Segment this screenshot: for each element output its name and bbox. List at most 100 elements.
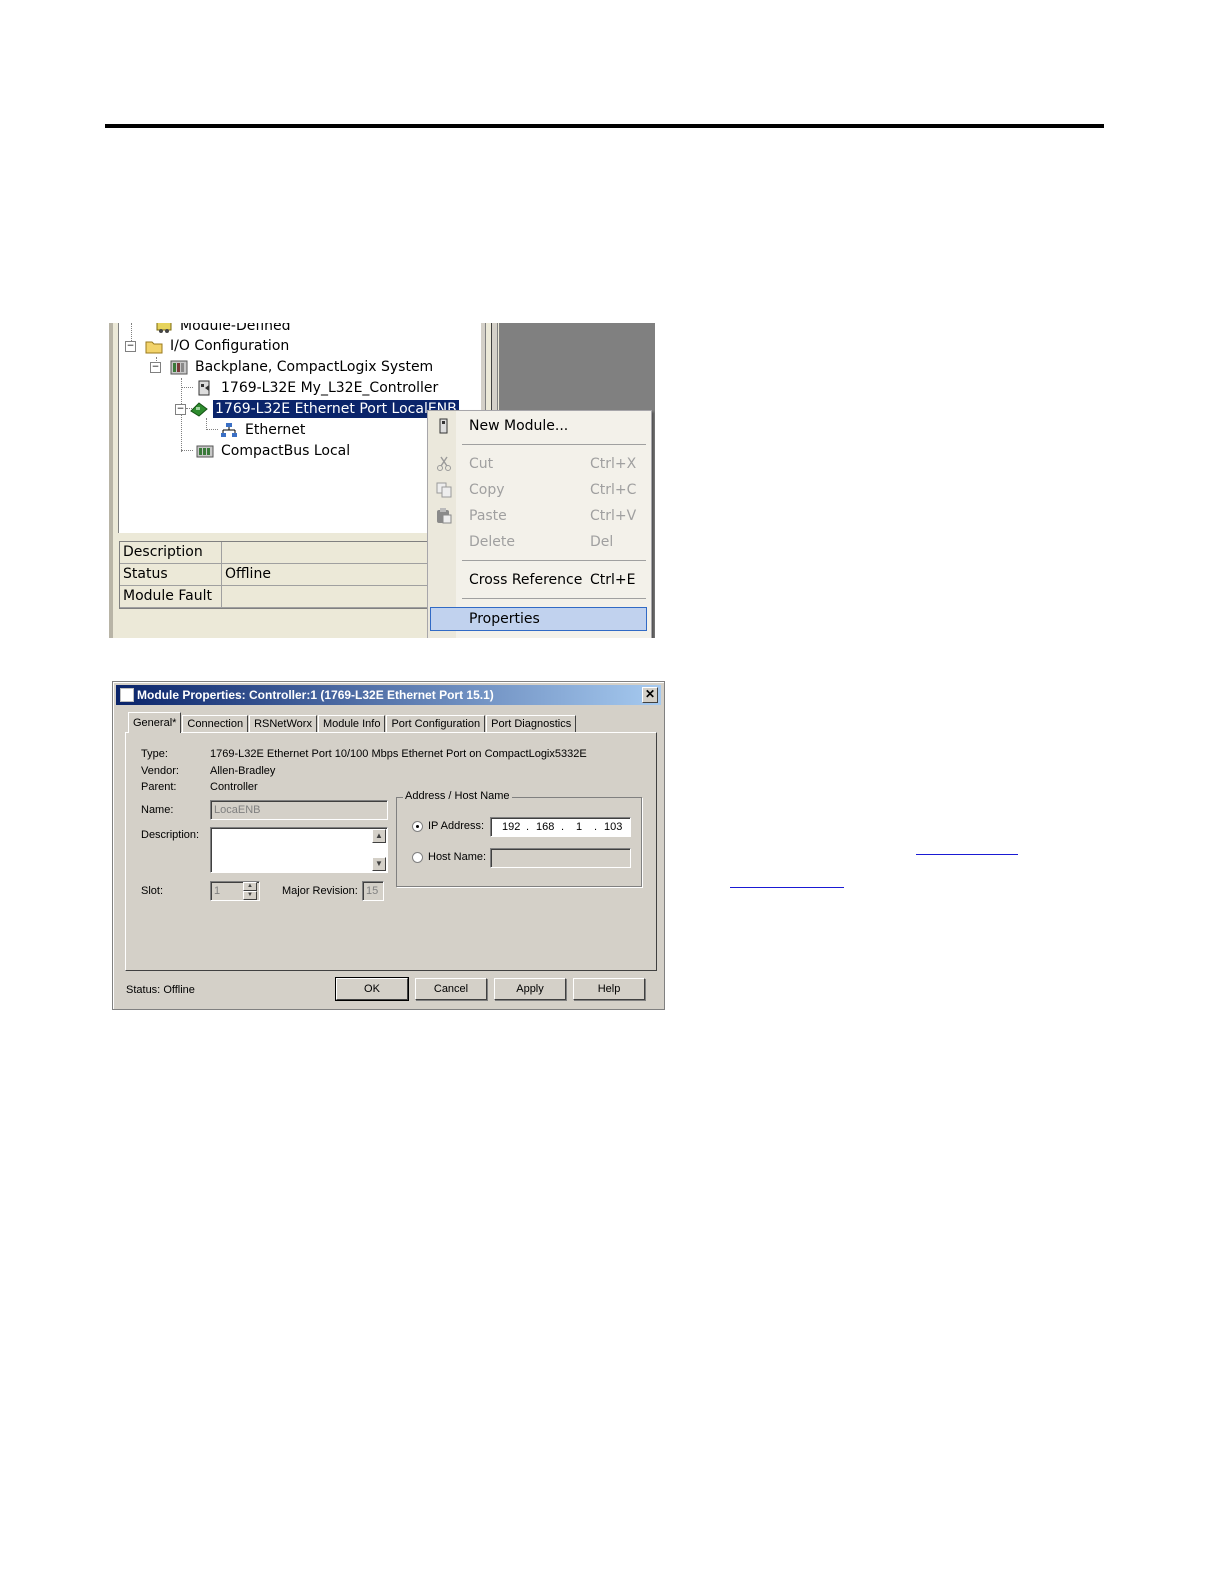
ip-address-radio[interactable] [412, 821, 423, 832]
scissors-icon [436, 456, 452, 472]
spin-up-icon[interactable]: ▲ [243, 882, 257, 891]
folder-icon [145, 338, 163, 354]
tab-rsnetworx[interactable]: RSNetWorx [249, 715, 317, 733]
menu-item-delete[interactable]: Delete Del [430, 530, 647, 554]
window-icon [120, 688, 134, 702]
ip-address-label: IP Address: [428, 820, 485, 832]
host-name-field[interactable] [490, 848, 631, 868]
name-label: Name: [141, 804, 174, 816]
collapse-icon[interactable]: − [175, 404, 186, 415]
tree-item-ethernet-port[interactable]: − 1769-L32E Ethernet Port LocalENB [175, 399, 460, 419]
hyperlink-underline[interactable] [916, 854, 1018, 855]
menu-item-label: New Module... [469, 418, 569, 434]
menu-item-label: Paste [469, 508, 507, 524]
menu-separator [462, 444, 646, 445]
host-name-label: Host Name: [428, 851, 487, 863]
module-properties-dialog: Module Properties: Controller:1 (1769-L3… [112, 681, 665, 1010]
ip-dot: . [561, 821, 565, 833]
new-module-icon [436, 418, 452, 434]
parent-label: Parent: [141, 781, 177, 793]
ip-octet[interactable]: 1 [576, 821, 582, 833]
copy-icon [436, 482, 452, 498]
status-label: Status: [126, 984, 161, 996]
menu-item-cut[interactable]: Cut Ctrl+X [430, 452, 647, 476]
ip-address-field[interactable]: 192 . 168 . 1 . 103 [490, 817, 631, 837]
ip-dot: . [526, 821, 530, 833]
tree-item-compactbus[interactable]: CompactBus Local [196, 441, 352, 461]
address-host-name-group: Address / Host Name IP Address: 192 . 16… [396, 790, 642, 887]
close-icon[interactable]: ✕ [642, 687, 658, 703]
menu-item-properties[interactable]: Properties [430, 607, 647, 631]
dialog-title: Module Properties: Controller:1 (1769-L3… [137, 688, 494, 702]
compactbus-icon [196, 443, 214, 459]
tab-connection[interactable]: Connection [182, 715, 249, 733]
host-name-radio[interactable] [412, 852, 423, 863]
ip-octet[interactable]: 103 [604, 821, 622, 833]
tree-item-label: I/O Configuration [170, 338, 290, 354]
tree-item-backplane[interactable]: − Backplane, CompactLogix System [150, 357, 435, 377]
menu-item-label: Cut [469, 456, 494, 472]
tab-port-configuration[interactable]: Port Configuration [386, 715, 486, 733]
grid-row: Module Fault [120, 586, 450, 608]
menu-item-shortcut: Del [590, 534, 614, 550]
grid-value: Offline [225, 566, 271, 582]
help-button[interactable]: Help [573, 978, 645, 1000]
menu-item-label: Cross Reference [469, 572, 583, 588]
tab-module-info[interactable]: Module Info [317, 715, 386, 733]
page-header-rule [105, 124, 1104, 128]
major-revision-field[interactable]: 15 [362, 881, 384, 901]
general-tab-panel: Type: 1769-L32E Ethernet Port 10/100 Mbp… [125, 732, 657, 971]
grid-key: Description [123, 544, 203, 560]
module-defined-icon [155, 323, 173, 334]
menu-item-cross-reference[interactable]: Cross Reference Ctrl+E [430, 568, 647, 592]
menu-item-copy[interactable]: Copy Ctrl+C [430, 478, 647, 502]
hyperlink-underline[interactable] [730, 887, 844, 888]
description-field[interactable] [210, 827, 388, 873]
type-value: 1769-L32E Ethernet Port 10/100 Mbps Ethe… [210, 748, 587, 760]
dialog-titlebar[interactable]: Module Properties: Controller:1 (1769-L3… [116, 685, 661, 705]
tab-strip: General* Connection RSNetWorx Module Inf… [128, 712, 577, 733]
window-edge [109, 323, 113, 638]
type-label: Type: [141, 748, 168, 760]
grid-row: Status Offline [120, 564, 450, 586]
scroll-down-icon[interactable]: ▼ [372, 857, 386, 871]
pane-footer [118, 609, 480, 638]
backplane-icon [170, 359, 188, 375]
apply-button[interactable]: Apply [494, 978, 566, 1000]
name-field[interactable]: LocaENB [210, 800, 388, 820]
menu-item-shortcut: Ctrl+V [590, 508, 637, 524]
scroll-up-icon[interactable]: ▲ [372, 829, 386, 843]
menu-item-paste[interactable]: Paste Ctrl+V [430, 504, 647, 528]
tree-item-ethernet[interactable]: Ethernet [220, 420, 307, 440]
menu-separator [462, 598, 646, 599]
spin-down-icon[interactable]: ▼ [243, 891, 257, 900]
group-title: Address / Host Name [403, 790, 512, 802]
tree-item-io-configuration[interactable]: − I/O Configuration [125, 336, 291, 356]
context-menu: New Module... Cut Ctrl+X Copy Ctrl+C Pas… [427, 410, 652, 638]
menu-item-new-module[interactable]: New Module... [430, 414, 647, 438]
collapse-icon[interactable]: − [150, 362, 161, 373]
controller-organizer-screenshot: Module-Defined − I/O Configuration − Bac… [109, 323, 655, 638]
ok-button[interactable]: OK [335, 977, 409, 1001]
grid-key: Module Fault [123, 588, 212, 604]
vendor-value: Allen-Bradley [210, 765, 276, 777]
cancel-button[interactable]: Cancel [415, 978, 487, 1000]
menu-item-shortcut: Ctrl+E [590, 572, 636, 588]
ip-octet[interactable]: 168 [536, 821, 554, 833]
collapse-icon[interactable]: − [125, 341, 136, 352]
module-properties-grid: Description Status Offline Module Fault [119, 541, 451, 609]
tree-item-label: Ethernet [245, 422, 306, 438]
menu-separator [462, 560, 646, 561]
ip-dot: . [594, 821, 598, 833]
tree-item-controller[interactable]: 1769-L32E My_L32E_Controller [196, 378, 440, 398]
tree-item-label: CompactBus Local [221, 443, 351, 459]
dialog-status: Status: Offline [126, 984, 195, 996]
tab-general[interactable]: General* [128, 712, 182, 733]
tab-port-diagnostics[interactable]: Port Diagnostics [486, 715, 577, 733]
ip-octet[interactable]: 192 [502, 821, 520, 833]
tree-item-module-defined[interactable]: Module-Defined [155, 323, 293, 336]
tree-item-label-selected: 1769-L32E Ethernet Port LocalENB [212, 399, 460, 419]
major-revision-label: Major Revision: [282, 885, 358, 897]
parent-value: Controller [210, 781, 258, 793]
network-icon [220, 422, 238, 438]
